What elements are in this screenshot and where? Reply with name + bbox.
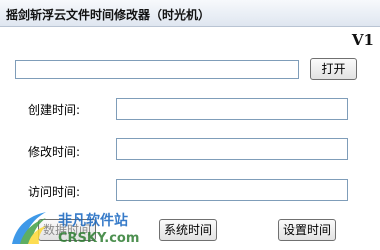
modify-time-label: 修改时间: [28, 145, 81, 159]
watermark-text-en: CRSKY.com [58, 231, 139, 246]
app-window: 摇剑斩浮云文件时间修改器（时光机） V1 打开 创建时间: 修改时间: 访问时间… [0, 0, 380, 250]
access-time-input[interactable] [116, 179, 348, 201]
create-time-input[interactable] [116, 98, 348, 120]
modify-time-input[interactable] [116, 138, 348, 160]
version-label: V1 [351, 31, 374, 49]
title-bar: 摇剑斩浮云文件时间修改器（时光机） [0, 0, 380, 27]
watermark-text-cn: 非凡软件站 [58, 212, 128, 229]
logo-swoosh-icon [12, 212, 46, 244]
set-time-button[interactable]: 设置时间 [278, 219, 336, 241]
window-title: 摇剑斩浮云文件时间修改器（时光机） [6, 8, 211, 22]
open-button[interactable]: 打开 [310, 58, 357, 80]
file-path-input[interactable] [15, 60, 299, 79]
crsky-watermark-logo: 非凡软件站 CRSKY.com [12, 212, 139, 246]
access-time-label: 访问时间: [28, 185, 81, 199]
create-time-label: 创建时间: [28, 103, 81, 117]
